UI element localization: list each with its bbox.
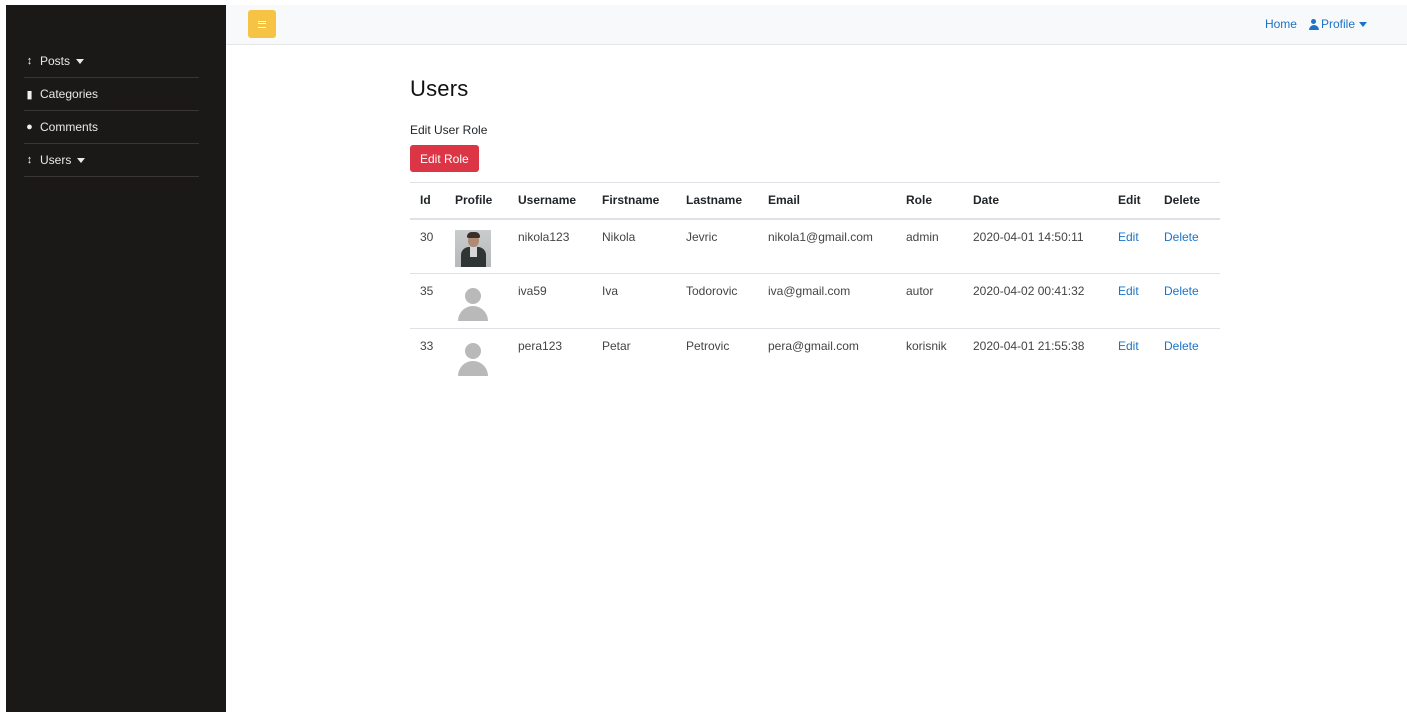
cell-email: nikola1@gmail.com	[758, 218, 896, 274]
cell-id: 35	[410, 273, 445, 329]
default-avatar-icon	[455, 284, 491, 321]
cell-lastname: Todorovic	[676, 273, 758, 329]
cell-email: iva@gmail.com	[758, 273, 896, 329]
caret-down-icon	[77, 157, 86, 163]
cell-firstname: Petar	[602, 339, 631, 353]
delete-link[interactable]: Delete	[1164, 284, 1199, 298]
sidebar-item-label: Users	[40, 153, 72, 167]
cell-date: 2020-04-02 00:41:32	[963, 273, 1108, 329]
cell-delete: Delete	[1154, 273, 1220, 329]
cell-role: admin	[896, 218, 963, 274]
cell-username: pera123	[518, 339, 563, 353]
sidebar-item-users[interactable]: ↕ Users	[24, 144, 199, 177]
column-header-lastname: Lastname	[676, 182, 758, 220]
sidebar-item-comments[interactable]: ● Comments	[24, 111, 199, 144]
cell-role: autor	[896, 273, 963, 329]
sidebar-item-label: Posts	[40, 54, 71, 68]
person-icon	[1308, 18, 1319, 30]
column-header-firstname: Firstname	[592, 182, 676, 220]
top-navbar: Home Profile	[226, 5, 1407, 45]
up-down-arrow-icon: ↕	[26, 154, 33, 166]
column-header-edit: Edit	[1108, 182, 1154, 220]
column-header-date: Date	[963, 182, 1108, 220]
edit-link[interactable]: Edit	[1118, 339, 1139, 353]
avatar	[455, 229, 491, 267]
table-row: 33 pera123 Petar Petrovic pera@gmail.com…	[410, 329, 1220, 384]
cell-lastname: Jevric	[676, 218, 758, 274]
page-title: Users	[410, 76, 469, 101]
cell-edit: Edit	[1108, 273, 1154, 329]
sidebar-item-label: Comments	[40, 120, 99, 134]
cell-username: iva59	[508, 273, 592, 329]
delete-link[interactable]: Delete	[1164, 230, 1199, 244]
column-header-email: Email	[758, 182, 896, 220]
cell-username: nikola123	[508, 218, 592, 274]
caret-down-icon	[1359, 21, 1367, 27]
cell-lastname: Petrovic	[686, 339, 730, 353]
cell-edit: Edit	[1108, 218, 1154, 274]
edit-link[interactable]: Edit	[1118, 284, 1139, 298]
edit-user-role-label: Edit User Role	[410, 123, 488, 137]
caret-down-icon	[76, 58, 85, 64]
column-header-role: Role	[896, 182, 963, 220]
cell-delete: Delete	[1154, 218, 1220, 274]
table-row: 35 iva59 Iva Todorovic iva@gmail.com aut…	[410, 273, 1220, 329]
cell-email: pera@gmail.com	[768, 339, 859, 353]
cell-profile	[445, 273, 508, 329]
column-header-username: Username	[508, 182, 592, 220]
column-header-id: Id	[410, 182, 445, 220]
main-content: Users Edit User Role Edit Role Id Profil…	[410, 70, 1220, 384]
cell-date: 2020-04-01 21:55:38	[973, 339, 1085, 353]
users-table: Id Profile Username Firstname Lastname E…	[410, 182, 1220, 384]
cell-edit: Edit	[1108, 329, 1154, 384]
delete-link[interactable]: Delete	[1164, 339, 1199, 353]
cell-date: 2020-04-01 14:50:11	[963, 218, 1108, 274]
cell-id: 33	[420, 339, 434, 353]
cell-firstname: Nikola	[592, 218, 676, 274]
cell-role: korisnik	[906, 339, 947, 353]
cell-id: 30	[410, 218, 445, 274]
cell-firstname: Iva	[592, 273, 676, 329]
sidebar: ↕ Posts ▮ Categories ● Comments ↕ Users	[6, 5, 226, 712]
sidebar-item-label: Categories	[40, 87, 99, 101]
column-header-delete: Delete	[1154, 182, 1220, 220]
column-header-profile: Profile	[445, 182, 508, 220]
cell-profile	[445, 329, 508, 384]
sidebar-item-posts[interactable]: ↕ Posts	[24, 45, 199, 78]
edit-link[interactable]: Edit	[1118, 230, 1139, 244]
top-nav-links: Home Profile	[1265, 17, 1367, 31]
sidebar-item-categories[interactable]: ▮ Categories	[24, 78, 199, 111]
up-down-arrow-icon: ↕	[26, 55, 33, 67]
cell-profile	[445, 218, 508, 274]
table-row: 30 nikola123 Nikola Jevric nikola1@gmail…	[410, 218, 1220, 274]
cell-delete: Delete	[1154, 329, 1220, 384]
file-icon: ▮	[26, 88, 33, 101]
home-link[interactable]: Home	[1265, 17, 1297, 31]
profile-label: Profile	[1320, 17, 1355, 31]
profile-dropdown[interactable]: Profile	[1308, 17, 1367, 31]
table-header-row: Id Profile Username Firstname Lastname E…	[410, 182, 1220, 220]
default-avatar-icon	[455, 339, 491, 376]
sidebar-toggle-button[interactable]	[248, 10, 276, 38]
menu-bars-icon	[258, 20, 266, 28]
edit-role-button[interactable]: Edit Role	[410, 145, 479, 172]
comment-icon: ●	[26, 121, 33, 133]
